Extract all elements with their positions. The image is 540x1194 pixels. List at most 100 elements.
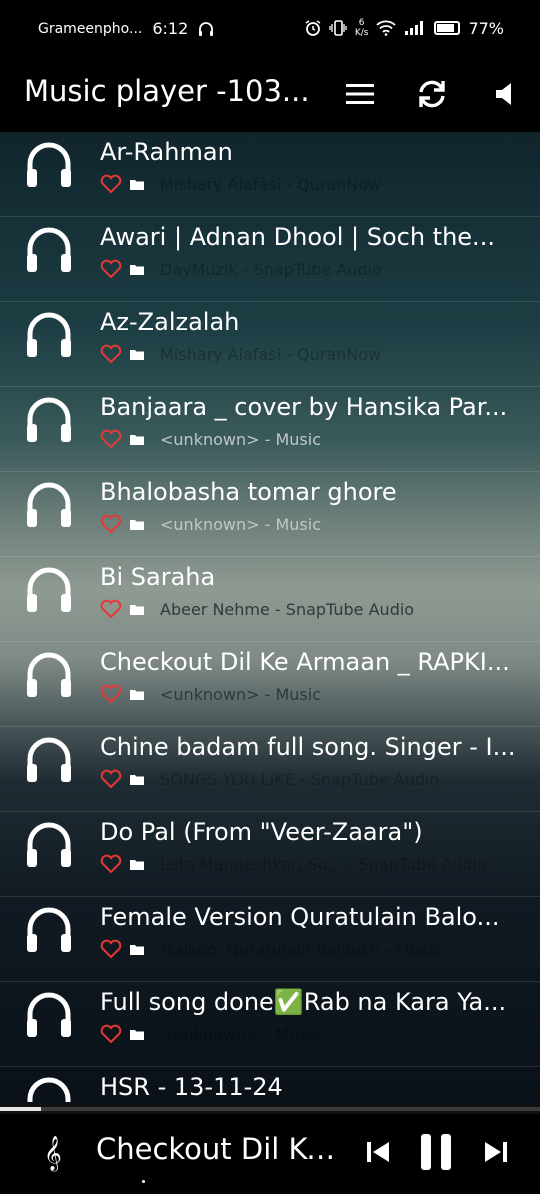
alarm-icon: [305, 20, 321, 36]
track-row[interactable]: HSR - 13-11-24: [0, 1067, 540, 1102]
track-title: Chine badam full song. Singer - I...: [100, 733, 516, 761]
app-title: Music player -103...: [24, 74, 310, 108]
headphones-icon: [27, 992, 71, 1037]
headphones-icon: [27, 822, 71, 867]
headphones-status-icon: [199, 21, 214, 36]
track-row[interactable]: Checkout Dil Ke Armaan _ RAPKI... <unkno…: [0, 642, 540, 727]
track-subtitle: Mishary Alafasi - QuranNow: [160, 174, 382, 194]
playback-progress[interactable]: [0, 1104, 540, 1114]
heart-icon[interactable]: [100, 344, 122, 364]
track-row[interactable]: Bi Saraha Abeer Nehme - SnapTube Audio: [0, 557, 540, 642]
track-meta: DayMuzik - SnapTube Audio: [100, 259, 382, 279]
volume-button[interactable]: [484, 74, 524, 114]
track-row[interactable]: Bhalobasha tomar ghore <unknown> - Music: [0, 472, 540, 557]
headphones-icon: [27, 142, 71, 187]
status-left: Grameenpho... 6:12: [38, 19, 214, 38]
folder-icon: [130, 264, 144, 275]
pause-icon: [421, 1134, 451, 1170]
track-title: Bhalobasha tomar ghore: [100, 478, 397, 506]
signal-icon: [405, 21, 424, 35]
heart-icon[interactable]: [100, 769, 122, 789]
status-bar: Grameenpho... 6:12 6 K/s 77%: [0, 0, 540, 60]
heart-icon[interactable]: [100, 939, 122, 959]
headphones-icon: [27, 227, 71, 272]
track-meta: Lata Mangeshkar, So... - SnapTube Audio: [100, 854, 487, 874]
next-button[interactable]: [478, 1130, 514, 1174]
vibrate-icon: [329, 20, 347, 36]
track-title: Ar-Rahman: [100, 138, 233, 166]
track-row[interactable]: Ar-Rahman Mishary Alafasi - QuranNow: [0, 132, 540, 217]
folder-icon: [130, 349, 144, 360]
folder-icon: [130, 434, 144, 445]
previous-button[interactable]: [360, 1130, 396, 1174]
track-row[interactable]: Az-Zalzalah Mishary Alafasi - QuranNow: [0, 302, 540, 387]
folder-icon: [130, 859, 144, 870]
network-speed-unit: K/s: [354, 28, 369, 38]
wifi-icon: [376, 20, 397, 36]
track-meta: <unknown> - Music: [100, 429, 321, 449]
track-meta: <unknown> - Music: [100, 684, 321, 704]
headphones-icon: [27, 1077, 71, 1102]
app-bar: Music player -103...: [0, 60, 540, 132]
heart-icon[interactable]: [100, 599, 122, 619]
heart-icon[interactable]: [100, 174, 122, 194]
network-speed: 6 K/s: [355, 18, 369, 38]
track-row[interactable]: Banjaara _ cover by Hansika Par... <unkn…: [0, 387, 540, 472]
heart-icon[interactable]: [100, 684, 122, 704]
clef-icon: 𝄞: [44, 1136, 62, 1171]
track-meta: Mishary Alafasi - QuranNow: [100, 344, 381, 364]
track-list[interactable]: Ar-Rahman Mishary Alafasi - QuranNow Awa…: [0, 132, 540, 1102]
volume-icon: [496, 83, 511, 105]
headphones-icon: [27, 482, 71, 527]
menu-button[interactable]: [340, 74, 380, 114]
track-subtitle: <unknown> - Music: [160, 684, 321, 704]
track-meta: SONGS YOU LIKE - SnapTube Audio: [100, 769, 439, 789]
track-subtitle: SONGS YOU LIKE - SnapTube Audio: [160, 769, 440, 789]
track-title: Do Pal (From "Veer-Zaara"): [100, 818, 423, 846]
heart-icon[interactable]: [100, 514, 122, 534]
track-row[interactable]: Chine badam full song. Singer - I... SON…: [0, 727, 540, 812]
indicator-dot: [142, 1180, 145, 1183]
track-row[interactable]: Female Version Quratulain Balo... Malkoo…: [0, 897, 540, 982]
track-subtitle: DayMuzik - SnapTube Audio: [160, 259, 382, 279]
track-subtitle: <unknown> - Music: [160, 429, 321, 449]
track-subtitle: Abeer Nehme - SnapTube Audio: [160, 599, 415, 619]
now-playing-title[interactable]: Checkout Dil Ke...: [96, 1132, 346, 1166]
clock: 6:12: [152, 19, 189, 38]
sync-icon: [419, 80, 445, 108]
headphones-icon: [27, 567, 71, 612]
folder-icon: [130, 689, 144, 700]
track-row[interactable]: Awari | Adnan Dhool | Soch the... DayMuz…: [0, 217, 540, 302]
heart-icon[interactable]: [100, 854, 122, 874]
track-row[interactable]: Full song done✅Rab na Kara Ya... <unknow…: [0, 982, 540, 1067]
track-meta: <unknown> - Music: [100, 1024, 321, 1044]
track-subtitle: Mishary Alafasi - QuranNow: [160, 344, 382, 364]
heart-icon[interactable]: [100, 1024, 122, 1044]
pause-button[interactable]: [414, 1130, 458, 1174]
track-subtitle: Malkoo, Quratulain Balouch - Music: [160, 939, 442, 959]
track-title: Awari | Adnan Dhool | Soch the...: [100, 223, 495, 251]
track-title: Bi Saraha: [100, 563, 216, 591]
track-title: Checkout Dil Ke Armaan _ RAPKI...: [100, 648, 510, 676]
battery-icon: [434, 21, 461, 35]
track-meta: <unknown> - Music: [100, 514, 321, 534]
track-title: Female Version Quratulain Balo...: [100, 903, 500, 931]
track-meta: Abeer Nehme - SnapTube Audio: [100, 599, 414, 619]
track-subtitle: <unknown> - Music: [160, 514, 321, 534]
player-bar: 𝄞 Checkout Dil Ke...: [0, 1114, 540, 1194]
heart-icon[interactable]: [100, 259, 122, 279]
track-subtitle: <unknown> - Music: [160, 1024, 321, 1044]
track-meta: Mishary Alafasi - QuranNow: [100, 174, 381, 194]
folder-icon: [130, 774, 144, 785]
track-title: Az-Zalzalah: [100, 308, 240, 336]
network-speed-value: 6: [358, 18, 365, 28]
headphones-icon: [27, 907, 71, 952]
status-right: 6 K/s 77%: [305, 18, 504, 38]
headphones-icon: [27, 397, 71, 442]
folder-icon: [130, 519, 144, 530]
track-row[interactable]: Do Pal (From "Veer-Zaara") Lata Mangeshk…: [0, 812, 540, 897]
sync-button[interactable]: [412, 74, 452, 114]
heart-icon[interactable]: [100, 429, 122, 449]
menu-icon: [346, 84, 374, 104]
headphones-icon: [27, 652, 71, 697]
